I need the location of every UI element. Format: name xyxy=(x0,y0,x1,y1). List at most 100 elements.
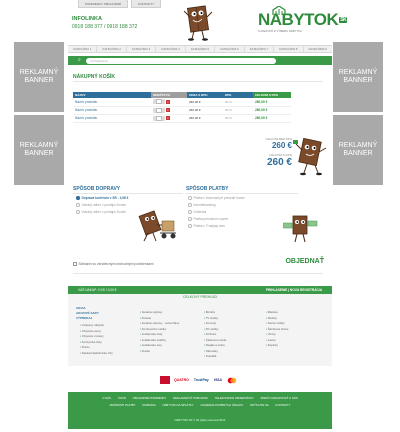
catalog-link[interactable]: Kreslá xyxy=(140,349,179,355)
qty-plus-button[interactable] xyxy=(162,115,165,121)
cart-summary[interactable]: VÁŠ NÁKUP: 0 KS / 0,00 € xyxy=(78,286,116,294)
category-nav: KATEGÓRIA 1 KATEGÓRIA 2 KATEGÓRIA 3 KATE… xyxy=(68,45,332,53)
footer-link[interactable]: NÁBYTOK NA SPLÁTKY xyxy=(162,403,193,407)
radio-button[interactable] xyxy=(76,203,80,207)
nav-item[interactable]: KATEGÓRIA 9 xyxy=(304,46,332,52)
logo-tagline: S RADOSTÍ K VÝBERU NÁBYTKU xyxy=(258,29,302,33)
catalog-link[interactable]: Doplnky xyxy=(266,343,288,349)
footer-link[interactable]: DOPRAVA xyxy=(142,403,155,407)
payment-option[interactable]: Platba v Trustpay sms xyxy=(188,224,225,228)
footer-links-row-1: O NÁS ÚVOD OBCHODNÉ PODMIENKY REKLAMAČNÝ… xyxy=(68,396,332,400)
remove-icon[interactable]: × xyxy=(165,116,170,120)
payment-option[interactable]: Platba prevodom vopred xyxy=(188,217,228,221)
qty-cell: × xyxy=(151,106,187,115)
terms-checkbox[interactable] xyxy=(73,262,77,266)
order-button[interactable]: OBJEDNAŤ xyxy=(285,258,324,265)
price-cell: 260,00 € xyxy=(187,98,223,107)
catalog-link[interactable]: Regále a policy xyxy=(204,343,226,349)
catalog-link[interactable]: Svietidlá xyxy=(204,354,226,360)
search-bar: ⌕ Vyhľadávanie xyxy=(68,56,332,65)
radio-button[interactable] xyxy=(188,224,192,228)
tab-terms[interactable]: PODMIENKY OBCHODNÉ xyxy=(78,0,129,8)
payment-logos: QUATRO TrustPay VISA xyxy=(160,376,238,384)
footer-link[interactable]: OPÝTAJTE SA xyxy=(250,403,269,407)
remove-icon[interactable]: × xyxy=(165,99,170,104)
link-clearance[interactable]: VÝPREDAJ xyxy=(76,316,99,321)
ad-banner-left-top[interactable]: REKLAMNÝ BANNER xyxy=(14,42,64,112)
site-logo[interactable]: NABYTOK SK S RADOSTÍ K VÝBERU NÁBYTKU xyxy=(258,6,348,39)
shipping-option-label: Vlastný odber v predajni Zvolen xyxy=(81,203,127,207)
catalog-link[interactable]: Detské/mládežnícke izby xyxy=(80,351,113,357)
nav-item[interactable]: KATEGÓRIA 7 xyxy=(245,46,275,52)
divider xyxy=(73,81,323,82)
radio-button[interactable] xyxy=(188,210,192,214)
radio-button[interactable] xyxy=(76,210,80,214)
catalog-column-4: Matrace Skrinky Nočné stolíky Šatníkové … xyxy=(266,310,289,349)
radio-button[interactable] xyxy=(188,217,192,221)
ad-banner-right-bottom[interactable]: REKLAMNÝ BANNER xyxy=(333,115,383,185)
product-name-link[interactable]: Názov produktu xyxy=(73,114,151,123)
tab-contacts[interactable]: KONTAKTY xyxy=(131,0,162,8)
page-title: NÁKUPNÝ KOŠÍK xyxy=(73,74,115,80)
ad-banner-left-bottom[interactable]: REKLAMNÝ BANNER xyxy=(14,115,64,185)
footer-link[interactable]: ÚVOD xyxy=(118,396,126,400)
price-cell: 260,00 € xyxy=(187,114,223,123)
catalog-overview: CELKOVÝ PREHĽAD AKCIA AKCIOVÉ SADY VÝPRE… xyxy=(68,294,332,366)
cart-table: NÁZOV MNOŽSTVO CENA S DPH DPH CELKOM S D… xyxy=(73,92,291,123)
footer-link[interactable]: REKLAMAČNÝ PORIADOK xyxy=(173,396,208,400)
logo-house-icon xyxy=(272,6,286,15)
footer-link[interactable]: O NÁS xyxy=(102,396,111,400)
nav-item[interactable]: KATEGÓRIA 2 xyxy=(97,46,127,52)
total-cell: 260,00 € xyxy=(253,114,291,123)
radio-button[interactable] xyxy=(188,203,192,207)
catalog-column-2: Sedacie súpravy Postele Sedacie súpravy … xyxy=(140,310,179,354)
vat-cell: 20 % xyxy=(223,114,253,123)
ad-banner-right-top[interactable]: REKLAMNÝ BANNER xyxy=(333,42,383,112)
product-name-link[interactable]: Názov produktu xyxy=(73,98,151,107)
shipping-option[interactable]: Vlastný odber v predajni Zvolen xyxy=(76,203,126,207)
catalog-title: CELKOVÝ PREHĽAD xyxy=(182,295,218,299)
product-name-link[interactable]: Názov produktu xyxy=(73,106,151,115)
delivery-mascot-icon xyxy=(138,210,176,242)
cart-status-bar: VÁŠ NÁKUP: 0 KS / 0,00 € PRIHLÁSENIE | N… xyxy=(68,286,332,294)
shipping-option[interactable]: Doprava kuriérom v SR - 4,98 € xyxy=(76,196,128,200)
footer-link[interactable]: TELEFONICKÉ OBJEDNÁVKY xyxy=(215,396,254,400)
nav-item[interactable]: KATEGÓRIA 8 xyxy=(274,46,304,52)
qty-plus-button[interactable] xyxy=(162,99,165,105)
mastercard-logo xyxy=(226,376,238,384)
payment-option[interactable]: Dobierka xyxy=(188,210,206,214)
footer-link[interactable]: KONTAKTY xyxy=(276,403,291,407)
catalog-column-3: Botníky TV stolíky Komody PC stolíky Kni… xyxy=(204,310,226,360)
remove-icon[interactable]: × xyxy=(165,108,170,112)
terms-agreement[interactable]: Súhlasím so všeobecnými obchodnými podmi… xyxy=(73,262,153,266)
table-row: Názov produktu × 260,00 € 20 % 260,00 € xyxy=(73,98,291,107)
payment-title: SPÔSOB PLATBY xyxy=(186,186,229,192)
nav-item[interactable]: KATEGÓRIA 5 xyxy=(186,46,216,52)
divider xyxy=(186,193,298,194)
cart-main: NÁKUPNÝ KOŠÍK NÁZOV MNOŽSTVO CENA S DPH … xyxy=(68,66,332,286)
footer-links-row-2: MOŽNOSTI PLATBY DOPRAVA NÁBYTOK NA SPLÁT… xyxy=(68,403,332,407)
total-cell: 260,00 € xyxy=(253,106,291,115)
radio-button[interactable] xyxy=(188,196,192,200)
footer-link[interactable]: OBCHODNÉ PODMIENKY xyxy=(133,396,167,400)
search-icon[interactable]: ⌕ xyxy=(78,57,81,64)
radio-button[interactable] xyxy=(76,196,80,200)
catalog-link[interactable]: Sedacie súpravy - univerzálne xyxy=(140,321,179,327)
price-cell: 260,00 € xyxy=(187,106,223,115)
search-input[interactable]: Vyhľadávanie xyxy=(86,57,276,64)
nav-item[interactable]: KATEGÓRIA 1 xyxy=(68,46,98,52)
payment-option[interactable]: Internetbanking xyxy=(188,203,215,207)
footer-link[interactable]: MOŽNOSTI PLATBY xyxy=(110,403,136,407)
shipping-option[interactable]: Vlastný odber v predajni Zvolen xyxy=(76,210,126,214)
login-register-link[interactable]: PRIHLÁSENIE | NOVÁ REGISTRÁCIA xyxy=(266,286,322,294)
footer-link[interactable]: PREČO NAKUPOVAŤ U NÁS xyxy=(261,396,298,400)
payment-option[interactable]: Platba v hotovosti pri prevzatí tovaru xyxy=(188,196,245,200)
nav-item[interactable]: KATEGÓRIA 3 xyxy=(127,46,157,52)
qty-plus-button[interactable] xyxy=(162,107,165,113)
footer-link[interactable]: OCHRANA OSOBNÝCH ÚDAJOV xyxy=(200,403,243,407)
logo-name: NABYTOK xyxy=(258,10,339,29)
nav-item[interactable]: KATEGÓRIA 4 xyxy=(156,46,186,52)
payment-option-label: Dobierka xyxy=(193,210,207,214)
shipping-option-label: Doprava kuriérom v SR - 4,98 € xyxy=(81,196,129,200)
nav-item[interactable]: KATEGÓRIA 6 xyxy=(215,46,245,52)
